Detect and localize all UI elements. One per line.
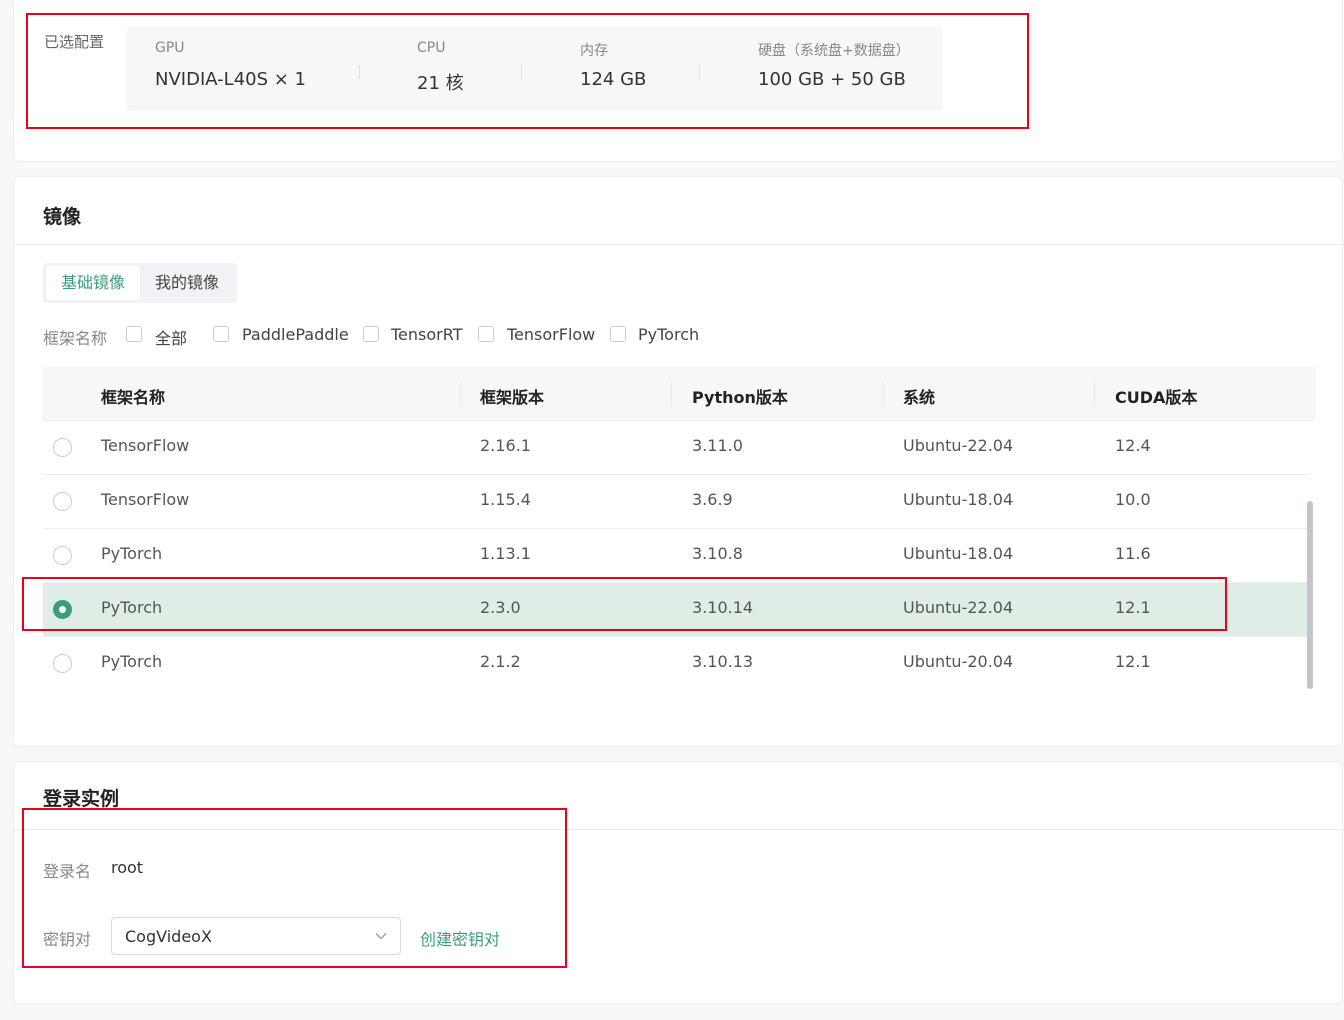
filter-tensorflow-checkbox[interactable] [478,326,494,342]
filter-pytorch-label[interactable]: PyTorch [638,325,699,344]
cell-version: 2.3.0 [480,598,521,617]
divider [14,829,1342,830]
create-keypair-link[interactable]: 创建密钥对 [420,926,500,950]
cell-python: 3.10.14 [692,598,754,617]
config-divider [699,65,700,79]
table-row[interactable]: TensorFlow 2.16.1 3.11.0 Ubuntu-22.04 12… [43,421,1309,475]
row-radio[interactable] [53,438,72,457]
column-header-os: 系统 [903,388,936,407]
column-divider [671,381,672,407]
column-header-cuda: CUDA版本 [1115,388,1198,407]
column-header-framework: 框架名称 [101,388,166,407]
cell-os: Ubuntu-22.04 [903,598,1014,617]
filter-pytorch-checkbox[interactable] [610,326,626,342]
row-radio[interactable] [53,654,72,673]
cell-version: 1.13.1 [480,544,531,563]
keypair-select-value: CogVideoX [125,927,212,946]
keypair-select[interactable]: CogVideoX [111,917,401,955]
table-row[interactable]: PyTorch 2.1.2 3.10.13 Ubuntu-20.04 12.1 [43,637,1309,689]
filter-tensorrt-checkbox[interactable] [363,326,379,342]
filter-tensorflow-label[interactable]: TensorFlow [507,325,595,344]
login-card: 登录实例 登录名 root 密钥对 CogVideoX 创建密钥对 [13,761,1343,1004]
column-divider [460,381,461,407]
config-memory-key: 内存 [580,43,608,59]
config-cpu-value: 21 核 [417,73,464,94]
row-radio-checked[interactable] [53,600,72,619]
username-value: root [111,858,144,877]
table-header: 框架名称 框架版本 Python版本 系统 CUDA版本 [43,367,1315,421]
cell-cuda: 12.1 [1115,598,1151,617]
row-radio[interactable] [53,492,72,511]
cell-os: Ubuntu-18.04 [903,490,1014,509]
column-header-version: 框架版本 [480,388,545,407]
config-cpu-key: CPU [417,40,446,56]
cell-os: Ubuntu-18.04 [903,544,1014,563]
cell-framework: PyTorch [101,598,163,617]
tab-base-image[interactable]: 基础镜像 [46,266,140,300]
cell-os: Ubuntu-22.04 [903,436,1014,455]
image-table: 框架名称 框架版本 Python版本 系统 CUDA版本 TensorFlow … [43,367,1315,689]
username-label: 登录名 [43,862,92,881]
config-disk-value: 100 GB + 50 GB [758,69,906,90]
image-type-tabs: 基础镜像 我的镜像 [43,263,237,303]
cell-cuda: 10.0 [1115,490,1151,509]
filter-all-label[interactable]: 全部 [155,325,187,349]
table-row[interactable]: PyTorch 1.13.1 3.10.8 Ubuntu-18.04 11.6 [43,529,1309,583]
cell-python: 3.10.13 [692,652,754,671]
filter-label: 框架名称 [43,329,108,348]
cell-version: 1.15.4 [480,490,531,509]
image-section-title: 镜像 [43,206,82,228]
config-divider [521,65,522,79]
cell-cuda: 11.6 [1115,544,1151,563]
keypair-label: 密钥对 [43,930,92,949]
divider [14,244,1342,245]
table-row-selected[interactable]: PyTorch 2.3.0 3.10.14 Ubuntu-22.04 12.1 [43,583,1309,637]
cell-python: 3.11.0 [692,436,743,455]
cell-os: Ubuntu-20.04 [903,652,1014,671]
login-section-title: 登录实例 [43,788,120,810]
column-header-python: Python版本 [692,388,788,407]
cell-version: 2.16.1 [480,436,531,455]
selected-config-label: 已选配置 [44,33,105,51]
cell-framework: PyTorch [101,544,163,563]
cell-version: 2.1.2 [480,652,521,671]
config-gpu-key: GPU [155,40,185,56]
config-divider [359,65,360,79]
tab-my-image[interactable]: 我的镜像 [140,266,234,300]
row-radio[interactable] [53,546,72,565]
filter-paddlepaddle-label[interactable]: PaddlePaddle [242,325,349,344]
image-card: 镜像 基础镜像 我的镜像 框架名称 全部 PaddlePaddle Tensor… [13,176,1343,747]
filter-all-checkbox[interactable] [126,326,142,342]
chevron-down-icon [374,928,388,942]
cell-framework: TensorFlow [101,490,190,509]
filter-paddlepaddle-checkbox[interactable] [213,326,229,342]
cell-cuda: 12.4 [1115,436,1151,455]
cell-framework: PyTorch [101,652,163,671]
table-row[interactable]: TensorFlow 1.15.4 3.6.9 Ubuntu-18.04 10.… [43,475,1309,529]
config-memory-value: 124 GB [580,69,647,90]
cell-cuda: 12.1 [1115,652,1151,671]
cell-framework: TensorFlow [101,436,190,455]
filter-tensorrt-label[interactable]: TensorRT [391,325,462,344]
config-summary: GPU NVIDIA-L40S × 1 CPU 21 核 内存 124 GB 硬… [126,27,942,111]
column-divider [883,381,884,407]
config-gpu-value: NVIDIA-L40S × 1 [155,69,307,90]
cell-python: 3.6.9 [692,490,733,509]
config-disk-key: 硬盘（系统盘+数据盘） [758,43,910,59]
table-scrollbar[interactable] [1307,501,1313,689]
selected-config-card: 已选配置 GPU NVIDIA-L40S × 1 CPU 21 核 内存 124… [13,0,1343,162]
cell-python: 3.10.8 [692,544,743,563]
column-divider [1094,381,1095,407]
